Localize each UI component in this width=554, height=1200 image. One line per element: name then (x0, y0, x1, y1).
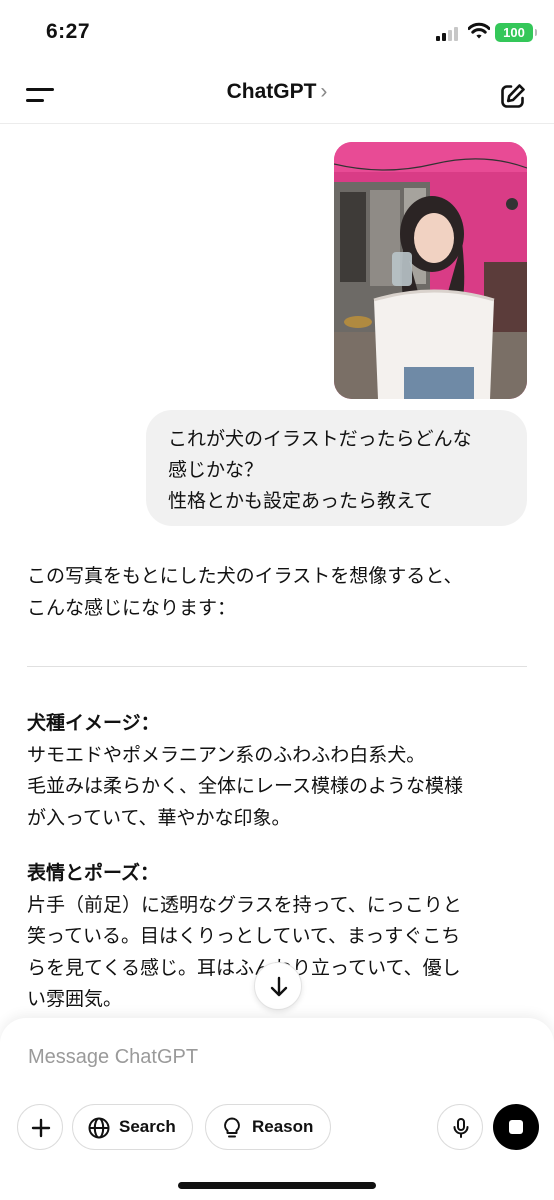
assistant-text-line: が入っていて、華やかな印象。 (27, 806, 291, 829)
search-button-label: Search (119, 1117, 176, 1136)
user-message-line: 性格とかも設定あったら教えて (168, 490, 434, 512)
page-title: ChatGPT (226, 80, 317, 103)
model-selector[interactable]: ChatGPT › (0, 80, 554, 104)
battery-level: 100 (503, 25, 525, 40)
assistant-text-line: 笑っている。目はくりっとしていて、まっすぐこち (27, 925, 461, 947)
new-chat-icon[interactable] (498, 81, 528, 111)
microphone-icon (453, 1118, 469, 1138)
reason-button-label: Reason (252, 1117, 314, 1136)
voice-input-button[interactable] (437, 1104, 483, 1150)
stop-icon (509, 1120, 523, 1134)
battery-icon: 100 (495, 23, 537, 42)
stop-generation-button[interactable] (493, 1104, 539, 1150)
message-composer: Message ChatGPT Search Reason (0, 1018, 554, 1200)
section-heading: 表情とポーズ： (27, 862, 160, 884)
globe-icon (88, 1117, 110, 1139)
assistant-text-line: サモエドやポメラニアン系のふわふわ白系犬。 (27, 743, 426, 766)
message-input[interactable]: Message ChatGPT (28, 1046, 198, 1069)
user-message-bubble: これが犬のイラストだったらどんな 感じかな？ 性格とかも設定あったら教えて (146, 410, 527, 526)
assistant-text-line: この写真をもとにした犬のイラストを想像すると、 (27, 565, 463, 587)
plus-icon (31, 1118, 51, 1138)
wifi-icon (467, 22, 491, 40)
chat-header: ChatGPT › (0, 66, 554, 124)
status-time: 6:27 (46, 20, 91, 43)
assistant-text-line: こんな感じになります： (27, 596, 237, 619)
assistant-text-line: 片手（前足）に透明なグラスを持って、にっこりと (27, 893, 462, 916)
signal-icon (436, 27, 462, 41)
assistant-text-line: 毛並みは柔らかく、全体にレース模様のような模様 (27, 775, 464, 797)
assistant-section-breed: 犬種イメージ： サモエドやポメラニアン系のふわふわ白系犬。 毛並みは柔らかく、全… (27, 708, 527, 834)
user-message-line: これが犬のイラストだったらどんな (168, 428, 472, 450)
assistant-intro: この写真をもとにした犬のイラストを想像すると、 こんな感じになります： (27, 561, 527, 624)
lightbulb-icon (224, 1117, 240, 1138)
status-bar: 6:27 100 (0, 0, 554, 66)
search-button[interactable]: Search (72, 1104, 193, 1150)
user-uploaded-photo[interactable] (334, 142, 527, 399)
arrow-down-icon (270, 976, 288, 997)
home-indicator (178, 1182, 376, 1189)
user-message-line: 感じかな？ (168, 459, 264, 481)
scroll-to-bottom-button[interactable] (254, 962, 302, 1010)
chevron-right-icon: › (320, 80, 328, 103)
divider (27, 666, 527, 667)
section-heading: 犬種イメージ： (27, 712, 160, 734)
reason-button[interactable]: Reason (205, 1104, 331, 1150)
add-attachment-button[interactable] (17, 1104, 63, 1150)
